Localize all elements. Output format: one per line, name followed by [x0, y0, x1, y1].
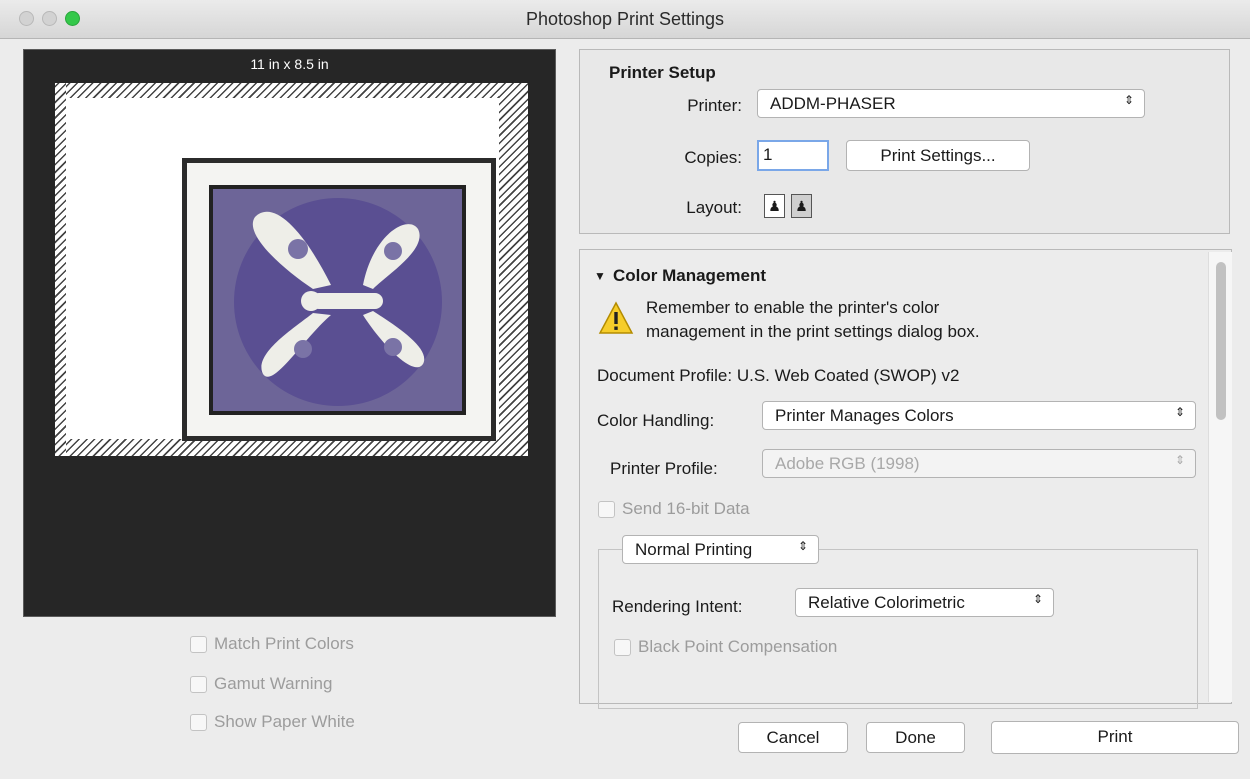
- margin-hatch-bottom: [55, 439, 528, 456]
- match-print-colors-label: Match Print Colors: [214, 634, 354, 653]
- select-arrows-icon: ⇕: [1174, 453, 1185, 467]
- checkbox-box[interactable]: [190, 635, 207, 653]
- send-16bit-label: Send 16-bit Data: [622, 499, 750, 518]
- printer-profile-label: Printer Profile:: [610, 459, 718, 478]
- warning-line-2: management in the print settings dialog …: [646, 322, 980, 341]
- preview-paper: [55, 83, 528, 456]
- document-profile: Document Profile: U.S. Web Coated (SWOP)…: [597, 366, 960, 385]
- printer-value: ADDM-PHASER: [770, 94, 896, 113]
- landscape-icon[interactable]: ♟: [791, 194, 812, 218]
- show-paper-white-label: Show Paper White: [214, 712, 355, 731]
- select-arrows-icon: ⇕: [797, 539, 808, 553]
- printer-profile-value: Adobe RGB (1998): [775, 454, 920, 473]
- disclosure-triangle-icon[interactable]: ▼: [594, 269, 606, 283]
- gamut-warning-label: Gamut Warning: [214, 674, 333, 693]
- printing-options-group: [598, 549, 1198, 709]
- printer-select[interactable]: ADDM-PHASER ⇕: [757, 89, 1145, 118]
- margin-hatch-right: [499, 83, 528, 456]
- select-arrows-icon: ⇕: [1123, 93, 1134, 107]
- portrait-icon[interactable]: ♟: [764, 194, 785, 218]
- cancel-button[interactable]: Cancel: [738, 722, 848, 753]
- rendering-intent-value: Relative Colorimetric: [808, 593, 965, 612]
- done-button[interactable]: Done: [866, 722, 965, 753]
- copies-input[interactable]: 1: [757, 140, 829, 171]
- preview-image[interactable]: [182, 158, 496, 441]
- printing-mode-select[interactable]: Normal Printing ⇕: [622, 535, 819, 564]
- copies-label: Copies:: [684, 148, 742, 167]
- checkbox-box[interactable]: [190, 675, 207, 693]
- printing-mode-value: Normal Printing: [635, 540, 753, 559]
- select-arrows-icon: ⇕: [1032, 592, 1043, 606]
- color-handling-value: Printer Manages Colors: [775, 406, 954, 425]
- checkbox-box[interactable]: [614, 638, 631, 656]
- print-preview: 11 in x 8.5 in: [23, 49, 556, 617]
- checkbox-box[interactable]: [190, 713, 207, 731]
- scrollbar-thumb[interactable]: [1216, 262, 1226, 420]
- rendering-intent-label: Rendering Intent:: [612, 597, 743, 616]
- color-management-scrollbar[interactable]: [1208, 252, 1232, 702]
- printer-label: Printer:: [687, 96, 742, 115]
- warning-text: Remember to enable the printer's color m…: [646, 296, 980, 344]
- send-16bit-checkbox[interactable]: Send 16-bit Data: [598, 499, 750, 519]
- print-button[interactable]: Print: [991, 721, 1239, 754]
- print-settings-button[interactable]: Print Settings...: [846, 140, 1030, 171]
- warning-line-1: Remember to enable the printer's color: [646, 298, 940, 317]
- rendering-intent-select[interactable]: Relative Colorimetric ⇕: [795, 588, 1054, 617]
- preview-image-artwork: [209, 185, 466, 415]
- title-bar: Photoshop Print Settings: [0, 0, 1250, 39]
- select-arrows-icon: ⇕: [1174, 405, 1185, 419]
- margin-hatch-top: [55, 83, 528, 98]
- printer-profile-select[interactable]: Adobe RGB (1998) ⇕: [762, 449, 1196, 478]
- match-print-colors-checkbox[interactable]: Match Print Colors: [190, 634, 354, 654]
- window-title: Photoshop Print Settings: [525, 9, 725, 29]
- color-management-title: Color Management: [613, 266, 767, 285]
- warning-icon: [598, 301, 634, 334]
- gamut-warning-checkbox[interactable]: Gamut Warning: [190, 674, 332, 694]
- printer-setup-title: Printer Setup: [609, 63, 716, 82]
- show-paper-white-checkbox[interactable]: Show Paper White: [190, 712, 355, 732]
- margin-hatch-left: [55, 83, 66, 456]
- butterfly-artwork: [252, 211, 425, 377]
- black-point-label: Black Point Compensation: [638, 637, 838, 656]
- paper-size-label: 11 in x 8.5 in: [250, 56, 329, 72]
- color-handling-select[interactable]: Printer Manages Colors ⇕: [762, 401, 1196, 430]
- checkbox-box[interactable]: [598, 500, 615, 518]
- color-handling-label: Color Handling:: [597, 411, 715, 430]
- layout-label: Layout:: [686, 198, 742, 217]
- black-point-compensation-checkbox[interactable]: Black Point Compensation: [614, 637, 837, 657]
